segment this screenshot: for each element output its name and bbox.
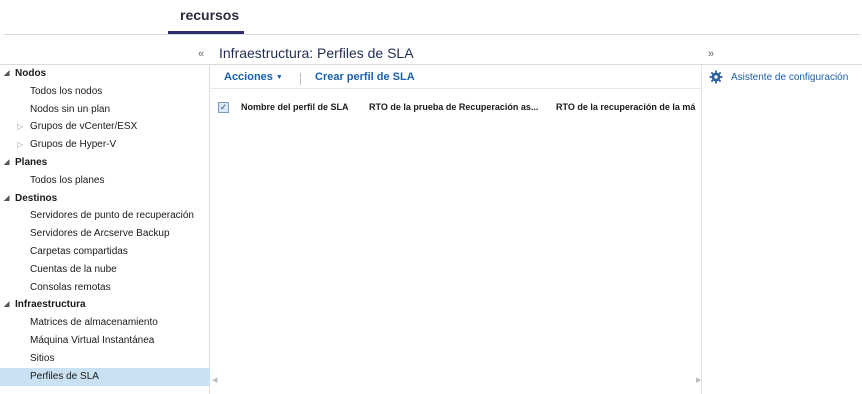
- page-title: Infraestructura: Perfiles de SLA: [219, 45, 414, 61]
- sidebar-item-sitios[interactable]: Sitios: [0, 350, 210, 368]
- sidebar-item-label: Nodos sin un plan: [30, 103, 111, 115]
- create-sla-profile-button[interactable]: Crear perfil de SLA: [315, 71, 415, 83]
- sidebar-item-label: Sitios: [30, 352, 55, 364]
- column-header-name[interactable]: Nombre del perfil de SLA: [241, 102, 349, 112]
- wizard-label: Asistente de configuración: [731, 72, 849, 83]
- sidebar-item-grupos-de-hyper-v[interactable]: ▷ Grupos de Hyper-V: [0, 136, 210, 154]
- sidebar-item-label: Grupos de vCenter/ESX: [30, 121, 138, 133]
- column-header-recovery-rto[interactable]: RTO de la recuperación de la má: [556, 102, 695, 112]
- sidebar-group-label: Infraestructura: [15, 299, 86, 311]
- sidebar-item-cuentas-de-la-nube[interactable]: Cuentas de la nube: [0, 261, 210, 279]
- expanded-triangle-icon[interactable]: ◢: [4, 296, 9, 314]
- main-panel: Acciones ▼ Crear perfil de SLA ✓ Nombre d…: [211, 65, 701, 394]
- sidebar-item-perfiles-de-sla[interactable]: Perfiles de SLA: [0, 367, 210, 386]
- gear-icon: [709, 70, 723, 84]
- collapsed-triangle-icon[interactable]: ▷: [17, 118, 23, 136]
- sidebar: ◢ Nodos Todos los nodos Nodos sin un plan ▷ G…: [0, 65, 210, 394]
- column-header-test-rto[interactable]: RTO de la prueba de Recuperación as...: [369, 102, 538, 112]
- right-rail: Asistente de configuración: [701, 65, 862, 394]
- sidebar-item-consolas-remotas[interactable]: Consolas remotas: [0, 279, 210, 297]
- select-all-checkbox[interactable]: ✓: [218, 102, 229, 113]
- sidebar-group-label: Nodos: [15, 68, 47, 79]
- sidebar-item-label: Carpetas compartidas: [30, 246, 128, 257]
- actions-menu-button[interactable]: Acciones ▼: [224, 71, 283, 83]
- sidebar-group-destinos[interactable]: ◢ Destinos: [0, 190, 210, 208]
- caret-down-icon: ▼: [275, 74, 283, 81]
- expanded-triangle-icon[interactable]: ◢: [4, 65, 9, 83]
- sidebar-item-label: Perfiles de SLA: [30, 370, 99, 382]
- toolbar: Acciones ▼ Crear perfil de SLA: [211, 65, 701, 89]
- sidebar-item-carpetas-compartidas[interactable]: Carpetas compartidas: [0, 243, 210, 261]
- sidebar-item-label: Todos los planes: [30, 174, 105, 186]
- sidebar-item-label: Cuentas de la nube: [30, 263, 117, 275]
- expand-right-icon[interactable]: »: [708, 48, 714, 60]
- sidebar-group-label: Planes: [15, 157, 48, 168]
- sidebar-item-servidores-de-arcserve-backup[interactable]: Servidores de Arcserve Backup: [0, 225, 210, 243]
- sidebar-item-label: Servidores de punto de recuperación: [30, 210, 194, 222]
- toolbar-separator: [300, 73, 301, 85]
- sidebar-item-servidores-de-punto-de-recuperaci-n[interactable]: Servidores de punto de recuperación: [0, 207, 210, 225]
- sidebar-item-label: Todos los nodos: [30, 85, 103, 97]
- expanded-triangle-icon[interactable]: ◢: [4, 154, 9, 172]
- sidebar-item-label: Matrices de almacenamiento: [30, 317, 158, 329]
- actions-label: Acciones: [224, 71, 273, 83]
- sidebar-item-todos-los-planes[interactable]: Todos los planes: [0, 172, 210, 190]
- sidebar-item-grupos-de-vcenter-esx[interactable]: ▷ Grupos de vCenter/ESX: [0, 118, 210, 136]
- sidebar-item-label: Servidores de Arcserve Backup: [30, 228, 170, 240]
- tab-recursos[interactable]: recursos: [180, 7, 239, 23]
- sidebar-item-label: Grupos de Hyper-V: [30, 139, 117, 151]
- scroll-left-icon[interactable]: ◀: [212, 376, 217, 384]
- sidebar-group-nodos[interactable]: ◢ Nodos: [0, 65, 210, 83]
- sidebar-item-todos-los-nodos[interactable]: Todos los nodos: [0, 83, 210, 101]
- sidebar-item-m-quina-virtual-instant-nea[interactable]: Máquina Virtual Instantánea: [0, 332, 210, 350]
- sidebar-group-label: Destinos: [15, 192, 58, 204]
- collapse-left-icon[interactable]: «: [198, 48, 204, 60]
- sidebar-item-label: Consolas remotas: [30, 281, 111, 293]
- sidebar-group-planes[interactable]: ◢ Planes: [0, 154, 210, 172]
- table-header: ✓ Nombre del perfil de SLA RTO de la pru…: [211, 99, 701, 117]
- top-divider: [4, 34, 860, 35]
- expanded-triangle-icon[interactable]: ◢: [4, 190, 9, 208]
- collapsed-triangle-icon[interactable]: ▷: [17, 136, 23, 154]
- sidebar-item-label: Máquina Virtual Instantánea: [30, 335, 155, 346]
- sidebar-group-infraestructura[interactable]: ◢ Infraestructura: [0, 296, 210, 314]
- sidebar-item-nodos-sin-un-plan[interactable]: Nodos sin un plan: [0, 101, 210, 119]
- sidebar-item-matrices-de-almacenamiento[interactable]: Matrices de almacenamiento: [0, 314, 210, 332]
